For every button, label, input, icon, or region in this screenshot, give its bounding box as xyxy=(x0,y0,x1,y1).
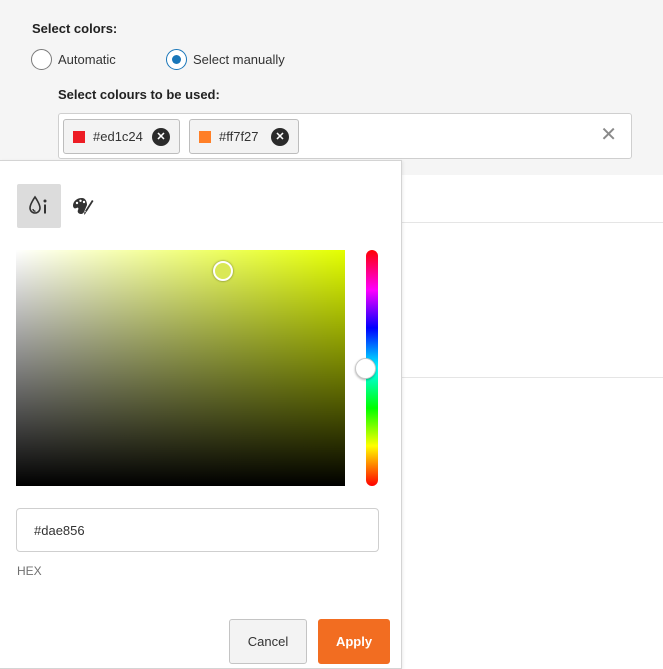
selected-colors-field[interactable]: #ed1c24 ✕ #ff7f27 ✕ ✕ xyxy=(58,113,632,159)
color-settings-panel: Select colors: Automatic Select manually… xyxy=(0,0,663,175)
color-picker-popover: HEX Cancel Apply xyxy=(0,160,402,669)
color-chip-orange[interactable]: #ff7f27 ✕ xyxy=(189,119,299,154)
select-manually-radio-indicator[interactable] xyxy=(166,48,187,70)
color-chip-red[interactable]: #ed1c24 ✕ xyxy=(63,119,180,154)
clear-x-icon[interactable]: ✕ xyxy=(600,124,617,146)
color-swatch xyxy=(199,130,211,143)
automatic-radio-indicator[interactable] xyxy=(31,48,52,70)
color-chip-label: #ff7f27 xyxy=(219,129,259,144)
saturation-brightness-area[interactable] xyxy=(16,250,345,486)
color-swatch xyxy=(73,130,85,143)
select-manually-radio[interactable]: Select manually xyxy=(166,48,285,70)
automatic-radio[interactable]: Automatic xyxy=(31,48,116,70)
select-manually-radio-label: Select manually xyxy=(193,51,285,67)
divider xyxy=(402,222,663,223)
hex-input[interactable] xyxy=(16,508,379,552)
close-circle-icon[interactable]: ✕ xyxy=(152,128,170,146)
apply-button[interactable]: Apply xyxy=(318,619,390,664)
close-circle-icon[interactable]: ✕ xyxy=(271,128,289,146)
select-colors-title: Select colors: xyxy=(32,21,118,36)
colors-to-use-label: Select colours to be used: xyxy=(58,87,220,102)
color-chip-label: #ed1c24 xyxy=(93,129,143,144)
automatic-radio-label: Automatic xyxy=(58,51,116,67)
saturation-handle[interactable] xyxy=(213,261,233,281)
cancel-button[interactable]: Cancel xyxy=(229,619,307,664)
color-drop-picker-icon[interactable] xyxy=(17,184,61,228)
divider xyxy=(402,377,663,378)
hex-caption: HEX xyxy=(17,564,42,578)
hue-slider-handle[interactable] xyxy=(355,358,376,379)
palette-brush-icon[interactable] xyxy=(61,184,105,228)
